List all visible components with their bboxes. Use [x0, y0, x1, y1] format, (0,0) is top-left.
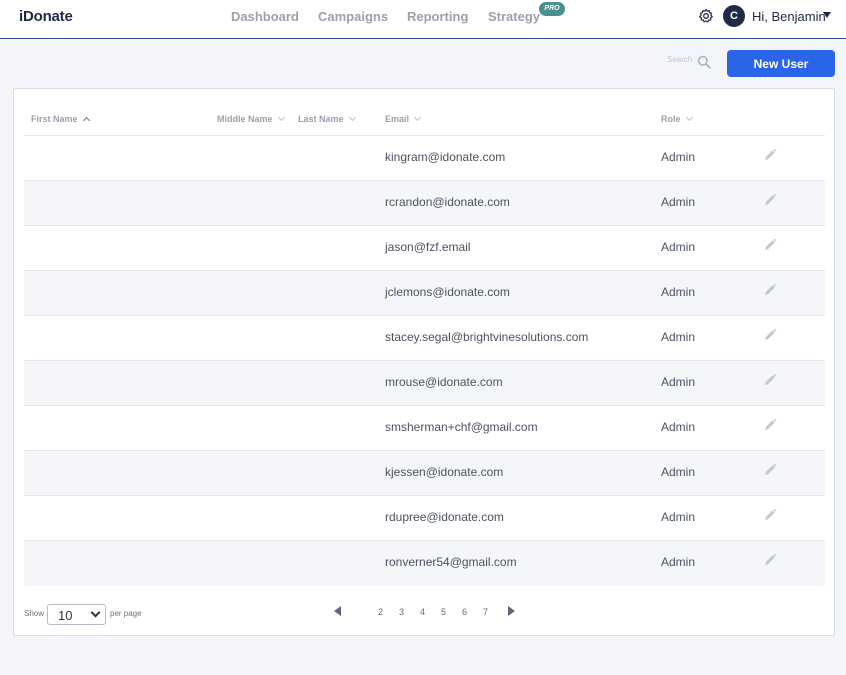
- chevron-down-icon: [413, 113, 422, 121]
- page-link[interactable]: 6: [462, 607, 467, 617]
- user-avatar[interactable]: C: [723, 5, 745, 27]
- column-label: Email: [385, 114, 410, 124]
- role-cell: Admin: [661, 375, 696, 389]
- chevron-down-icon: [348, 113, 356, 121]
- role-cell: Admin: [661, 195, 696, 209]
- page-link[interactable]: 7: [483, 607, 488, 617]
- next-page-icon[interactable]: [508, 606, 515, 616]
- chevron-down-icon: [685, 113, 693, 121]
- table-row: mrouse@idonate.com Admin: [24, 361, 825, 406]
- pencil-edit-icon[interactable]: [763, 463, 777, 477]
- per-page-select[interactable]: 10: [47, 604, 106, 625]
- role-cell: Admin: [661, 240, 696, 254]
- email-cell: rdupree@idonate.com: [385, 510, 504, 524]
- role-cell: Admin: [661, 150, 696, 164]
- table-row: stacey.segal@brightvinesolutions.com Adm…: [24, 316, 825, 361]
- nav-strategy[interactable]: Strategy: [488, 9, 540, 24]
- per-page-label: per page: [110, 609, 142, 618]
- search-label[interactable]: Search: [667, 55, 692, 64]
- pro-badge: PRO: [539, 2, 565, 16]
- table-row: jclemons@idonate.com Admin: [24, 271, 825, 316]
- email-cell: jason@fzf.email: [385, 240, 471, 254]
- table-row: ronverner54@gmail.com Admin: [24, 541, 825, 586]
- pencil-edit-icon[interactable]: [763, 148, 777, 162]
- table-row: rcrandon@idonate.com Admin: [24, 181, 825, 226]
- users-table-card: First Name Middle Name Last Name Email R…: [13, 88, 835, 636]
- nav-dashboard[interactable]: Dashboard: [231, 9, 299, 24]
- table-row: smsherman+chf@gmail.com Admin: [24, 406, 825, 451]
- gear-icon[interactable]: [698, 8, 714, 24]
- pencil-edit-icon[interactable]: [763, 418, 777, 432]
- column-label: Middle Name: [217, 114, 273, 124]
- sort-ascending-icon: [82, 116, 90, 124]
- role-cell: Admin: [661, 465, 696, 479]
- table-row: jason@fzf.email Admin: [24, 226, 825, 271]
- column-header-first-name[interactable]: First Name: [31, 114, 90, 124]
- page-link[interactable]: 2: [378, 607, 383, 617]
- role-cell: Admin: [661, 420, 696, 434]
- nav-campaigns[interactable]: Campaigns: [318, 9, 388, 24]
- column-label: Role: [661, 114, 681, 124]
- pencil-edit-icon[interactable]: [763, 238, 777, 252]
- role-cell: Admin: [661, 555, 696, 569]
- table-row: kjessen@idonate.com Admin: [24, 451, 825, 496]
- caret-down-icon[interactable]: [823, 12, 831, 18]
- idonate-logo[interactable]: iDonate: [19, 8, 73, 25]
- table-row: rdupree@idonate.com Admin: [24, 496, 825, 541]
- pencil-edit-icon[interactable]: [763, 508, 777, 522]
- new-user-button[interactable]: New User: [727, 50, 835, 77]
- table-row: kingram@idonate.com Admin: [24, 136, 825, 181]
- nav-reporting[interactable]: Reporting: [407, 9, 468, 24]
- pencil-edit-icon[interactable]: [763, 328, 777, 342]
- column-header-last-name[interactable]: Last Name: [298, 113, 356, 124]
- pencil-edit-icon[interactable]: [763, 193, 777, 207]
- email-cell: smsherman+chf@gmail.com: [385, 420, 538, 434]
- email-cell: kingram@idonate.com: [385, 150, 506, 164]
- role-cell: Admin: [661, 330, 696, 344]
- chevron-down-icon: [277, 113, 285, 121]
- page-link[interactable]: 5: [441, 607, 446, 617]
- page-link[interactable]: 4: [420, 607, 425, 617]
- page-link[interactable]: 3: [399, 607, 404, 617]
- previous-page-icon[interactable]: [334, 606, 341, 616]
- search-icon[interactable]: [697, 55, 711, 69]
- role-cell: Admin: [661, 510, 696, 524]
- email-cell: ronverner54@gmail.com: [385, 555, 517, 569]
- chevron-down-icon: [90, 607, 101, 618]
- pencil-edit-icon[interactable]: [763, 553, 777, 567]
- table-body: kingram@idonate.com Admin rcrandon@idona…: [24, 136, 825, 586]
- email-cell: rcrandon@idonate.com: [385, 195, 510, 209]
- role-cell: Admin: [661, 285, 696, 299]
- pencil-edit-icon[interactable]: [763, 283, 777, 297]
- column-label: Last Name: [298, 114, 344, 124]
- column-label: First Name: [31, 114, 78, 124]
- column-header-email[interactable]: Email: [385, 113, 422, 124]
- show-label: Show: [24, 609, 45, 618]
- email-cell: jclemons@idonate.com: [385, 285, 510, 299]
- email-cell: kjessen@idonate.com: [385, 465, 504, 479]
- top-navigation-bar: iDonate Dashboard Campaigns Reporting St…: [0, 0, 846, 39]
- per-page-value: 10: [58, 608, 73, 623]
- email-cell: stacey.segal@brightvinesolutions.com: [385, 330, 589, 344]
- column-header-role[interactable]: Role: [661, 113, 693, 124]
- column-header-middle-name[interactable]: Middle Name: [217, 113, 285, 124]
- pencil-edit-icon[interactable]: [763, 373, 777, 387]
- email-cell: mrouse@idonate.com: [385, 375, 503, 389]
- user-greeting[interactable]: Hi, Benjamin: [752, 9, 826, 24]
